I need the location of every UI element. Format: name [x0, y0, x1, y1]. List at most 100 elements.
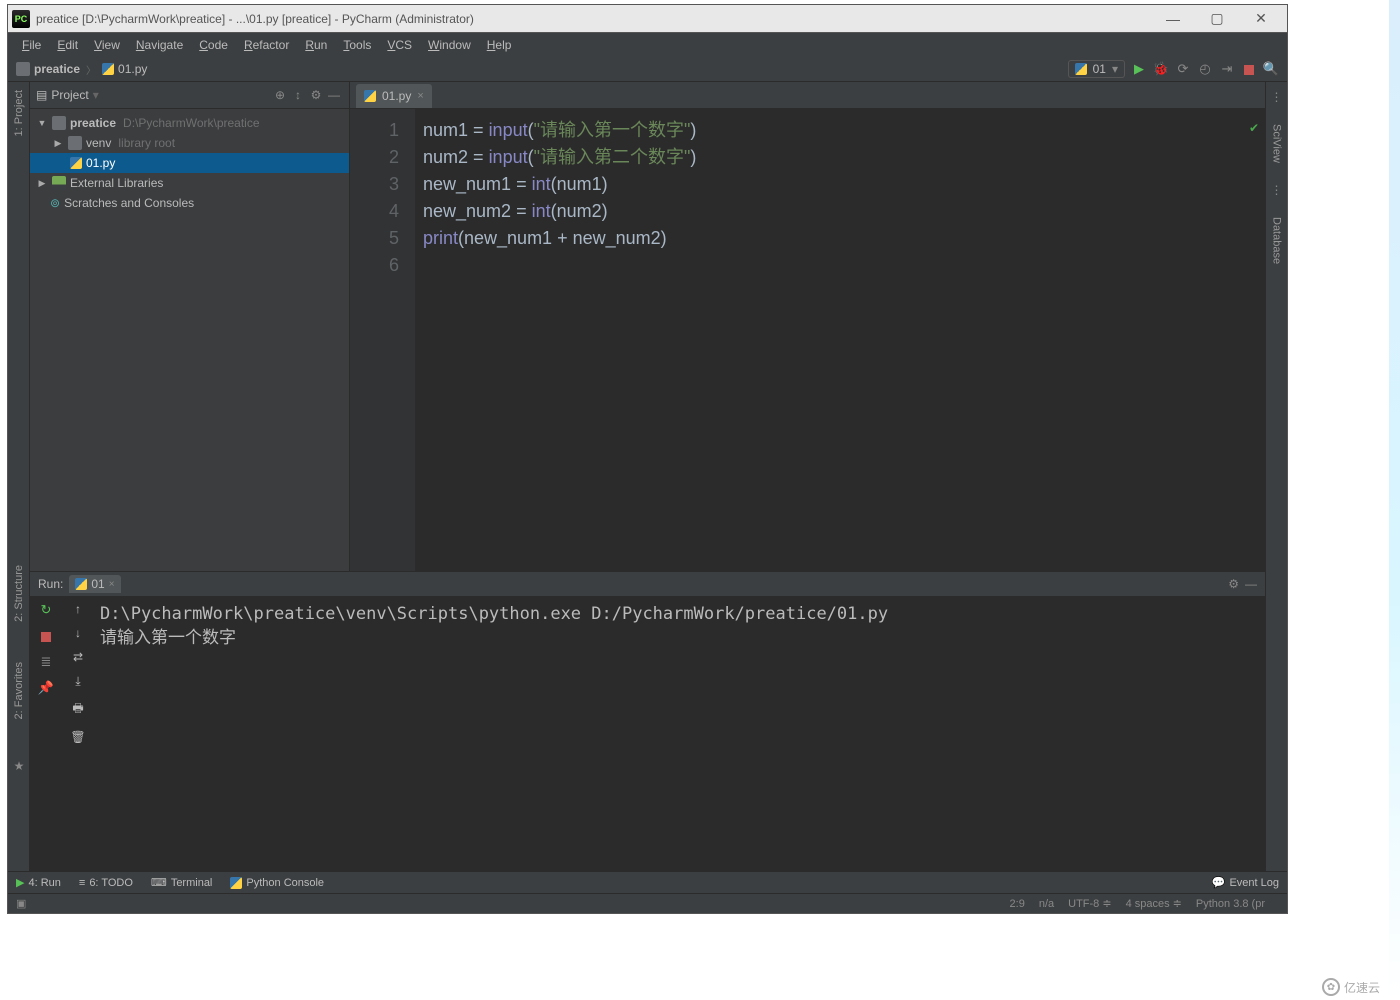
title-bar[interactable]: PC preatice [D:\PycharmWork\preatice] - … — [8, 5, 1287, 33]
run-toolbar-2: ↑ ↓ ⇄ ⤓ 🖶 🗑 — [62, 596, 94, 871]
right-tool-strip: ⋮ SciView ⋮ Database — [1265, 82, 1287, 871]
folder-icon — [52, 116, 66, 130]
status-encoding[interactable]: UTF-8 ≑ — [1068, 897, 1111, 910]
python-file-icon — [102, 63, 114, 75]
bottom-tool-bar: ▶4: Run ≡6: TODO ⌨Terminal Python Consol… — [8, 871, 1287, 893]
status-bar: ▣ 2:9 n/a UTF-8 ≑ 4 spaces ≑ Python 3.8 … — [8, 893, 1287, 913]
project-panel: ▤ Project ▾ ⊕ ↕ ⚙ — ▼ preatice D:\Pychar… — [30, 82, 350, 571]
menu-run[interactable]: Run — [299, 36, 333, 54]
close-tab-icon[interactable]: × — [417, 90, 423, 102]
tool-project[interactable]: 1: Project — [13, 90, 25, 136]
python-icon — [1075, 63, 1087, 75]
bottom-todo[interactable]: ≡6: TODO — [79, 877, 133, 889]
bottom-terminal[interactable]: ⌨Terminal — [151, 876, 212, 889]
scroll-end-button[interactable]: ⤓ — [75, 674, 80, 689]
breadcrumb-root[interactable]: preatice — [34, 62, 80, 76]
inspection-ok-icon[interactable]: ✔ — [1249, 115, 1259, 142]
editor-tab-01py[interactable]: 01.py × — [356, 84, 432, 108]
run-coverage-button[interactable]: ⟳ — [1175, 61, 1191, 77]
status-interpreter[interactable]: Python 3.8 (pr — [1196, 898, 1265, 910]
run-config-selector[interactable]: 01 ▾ — [1068, 60, 1125, 78]
menu-window[interactable]: Window — [422, 36, 477, 54]
breadcrumb-sep — [84, 62, 98, 77]
library-icon — [52, 176, 66, 190]
editor: 01.py × 123456 num1 = input("请输入第一个数字") … — [350, 82, 1265, 571]
tool-favorites[interactable]: 2: Favorites — [13, 662, 25, 719]
down-button[interactable]: ↓ — [75, 626, 81, 640]
close-button[interactable]: ✕ — [1239, 5, 1283, 33]
menu-navigate[interactable]: Navigate — [130, 36, 189, 54]
debug-button[interactable]: 🐞 — [1153, 61, 1169, 77]
run-settings-icon[interactable]: ⚙ — [1228, 577, 1239, 591]
project-panel-title[interactable]: ▤ Project ▾ — [36, 88, 99, 102]
soft-wrap-button[interactable]: ⇄ — [73, 650, 83, 664]
console-output[interactable]: D:\PycharmWork\preatice\venv\Scripts\pyt… — [94, 596, 1265, 871]
run-button[interactable]: ▶ — [1131, 61, 1147, 77]
close-run-tab-icon[interactable]: × — [109, 579, 115, 590]
up-button[interactable]: ↑ — [75, 602, 81, 616]
project-panel-header: ▤ Project ▾ ⊕ ↕ ⚙ — — [30, 82, 349, 109]
editor-tabs: 01.py × — [350, 82, 1265, 109]
bottom-run[interactable]: ▶4: Run — [16, 876, 61, 889]
code-text[interactable]: num1 = input("请输入第一个数字") num2 = input("请… — [415, 109, 1265, 571]
tree-root[interactable]: ▼ preatice D:\PycharmWork\preatice — [30, 113, 349, 133]
tree-venv[interactable]: ▶ venv library root — [30, 133, 349, 153]
menu-vcs[interactable]: VCS — [381, 36, 418, 54]
bottom-event-log[interactable]: 💬Event Log — [1212, 876, 1279, 889]
menu-tools[interactable]: Tools — [337, 36, 377, 54]
tree-file-01py[interactable]: 01.py — [30, 153, 349, 173]
watermark: ✿亿速云 — [1322, 978, 1380, 996]
rerun-button[interactable]: ↻ — [38, 602, 54, 618]
stop-button[interactable] — [38, 628, 54, 644]
pycharm-window: PC preatice [D:\PycharmWork\preatice] - … — [7, 4, 1288, 914]
breadcrumb[interactable]: preatice 01.py — [16, 62, 147, 77]
run-toolbar: ↻ ≣ 📌 — [30, 596, 62, 871]
clear-button[interactable]: 🗑 — [70, 730, 85, 744]
folder-icon — [16, 62, 30, 76]
stop-button[interactable] — [1241, 61, 1257, 77]
tree-scratches[interactable]: ⊚ Scratches and Consoles — [30, 193, 349, 213]
profile-button[interactable]: ◴ — [1197, 61, 1213, 77]
menu-view[interactable]: View — [88, 36, 126, 54]
scroll-from-source-icon[interactable]: ⊕ — [271, 88, 289, 102]
minimize-button[interactable]: — — [1151, 5, 1195, 33]
search-everywhere-button[interactable]: 🔍 — [1263, 61, 1279, 77]
main-area: 1: Project ▤ Project ▾ ⊕ ↕ ⚙ — — [8, 82, 1287, 871]
bottom-python-console[interactable]: Python Console — [230, 877, 324, 889]
maximize-button[interactable]: ▢ — [1195, 5, 1239, 33]
menu-bar: FileEditViewNavigateCodeRefactorRunTools… — [8, 33, 1287, 57]
status-cursor-pos[interactable]: 2:9 — [1010, 898, 1025, 910]
print-button[interactable]: 🖶 — [72, 699, 83, 720]
code-area[interactable]: 123456 num1 = input("请输入第一个数字") num2 = i… — [350, 109, 1265, 571]
attach-button[interactable]: ⇥ — [1219, 61, 1235, 77]
menu-edit[interactable]: Edit — [51, 36, 84, 54]
navigation-bar: preatice 01.py 01 ▾ ▶ 🐞 ⟳ ◴ ⇥ 🔍 — [8, 57, 1287, 82]
menu-file[interactable]: File — [16, 36, 47, 54]
window-title: preatice [D:\PycharmWork\preatice] - ...… — [36, 12, 1151, 26]
layout-button[interactable]: ≣ — [38, 654, 54, 670]
hide-panel-icon[interactable]: — — [325, 88, 343, 102]
tool-database[interactable]: Database — [1271, 217, 1283, 264]
collapse-all-icon[interactable]: ↕ — [289, 88, 307, 102]
dropdown-icon: ▾ — [1112, 62, 1118, 76]
run-tab-01[interactable]: 01 × — [69, 575, 120, 593]
status-icon[interactable]: ▣ — [16, 897, 26, 910]
python-icon — [75, 578, 87, 590]
run-hide-icon[interactable]: — — [1245, 577, 1257, 591]
tree-external-libs[interactable]: ▶ External Libraries — [30, 173, 349, 193]
breadcrumb-file[interactable]: 01.py — [118, 62, 147, 76]
tool-structure[interactable]: 2: Structure — [13, 565, 25, 622]
tool-sciview[interactable]: SciView — [1271, 124, 1283, 163]
python-file-icon — [70, 157, 82, 169]
gutter: 123456 — [350, 109, 415, 571]
menu-help[interactable]: Help — [481, 36, 518, 54]
menu-refactor[interactable]: Refactor — [238, 36, 295, 54]
status-na[interactable]: n/a — [1039, 898, 1054, 910]
run-label: Run: — [38, 577, 63, 591]
menu-code[interactable]: Code — [193, 36, 234, 54]
pin-button[interactable]: 📌 — [38, 680, 54, 696]
pycharm-icon: PC — [12, 10, 30, 28]
settings-icon[interactable]: ⚙ — [307, 88, 325, 102]
project-tree[interactable]: ▼ preatice D:\PycharmWork\preatice ▶ ven… — [30, 109, 349, 217]
status-indent[interactable]: 4 spaces ≑ — [1126, 897, 1182, 910]
